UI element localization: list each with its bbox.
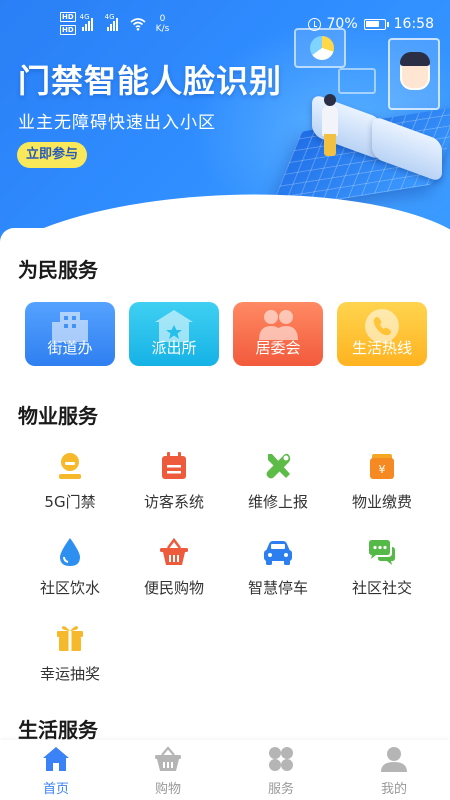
network-type-2: 4G	[104, 12, 115, 21]
grid-item-label: 物业缴费	[351, 493, 412, 511]
grid-item-label: 社区饮水	[39, 579, 100, 597]
person-body	[322, 106, 338, 136]
basket-icon	[155, 746, 181, 771]
tab-label: 购物	[154, 782, 181, 797]
main-content: 为民服务 街道办 派出所 居委会 生活热线 物业服务 5G门禁 访客系统 维修上…	[0, 228, 450, 742]
home-icon	[43, 747, 69, 771]
grid-item-label: 智慧停车	[247, 579, 308, 597]
service-card-residents-committee[interactable]: 居委会	[233, 302, 323, 366]
hero-banner[interactable]: HD HD 4G 4G 0 K/s 70% 16:58 门禁智能人脸识别 业主无…	[0, 0, 450, 245]
grid-item-repair-report[interactable]: 维修上报	[226, 450, 330, 520]
grid-item-lucky-draw[interactable]: 幸运抽奖	[18, 622, 122, 692]
svg-text:¥: ¥	[379, 463, 386, 476]
service-card-label: 生活热线	[351, 339, 412, 357]
grid-item-visitor-system[interactable]: 访客系统	[122, 450, 226, 520]
banner-title: 门禁智能人脸识别	[18, 62, 283, 100]
grid-item-label: 维修上报	[247, 493, 308, 511]
signal-icon-2: 4G	[105, 13, 118, 31]
visitor-calendar-icon	[162, 452, 186, 479]
hd-badge-2: HD	[60, 25, 76, 35]
access-control-icon	[59, 453, 81, 479]
grid-item-community-social[interactable]: 社区社交	[330, 536, 434, 606]
chat-icon	[369, 540, 395, 565]
wifi-icon	[130, 17, 146, 31]
service-card-life-hotline[interactable]: 生活热线	[337, 302, 427, 366]
person-legs	[324, 134, 336, 156]
grid-item-label: 社区社交	[351, 579, 412, 597]
service-card-label: 派出所	[151, 339, 197, 357]
tab-home[interactable]: 首页	[0, 740, 112, 800]
grid-item-label: 5G门禁	[44, 493, 96, 511]
payment-icon: ¥	[370, 454, 394, 479]
water-drop-icon	[60, 538, 80, 566]
grid-item-smart-parking[interactable]: 智慧停车	[226, 536, 330, 606]
grid-item-property-fee[interactable]: ¥ 物业缴费	[330, 450, 434, 520]
section-title-life: 生活服务	[18, 720, 98, 742]
grid-item-label: 便民购物	[143, 579, 204, 597]
hd-badge-1: HD	[60, 12, 76, 22]
service-card-label: 居委会	[255, 339, 301, 357]
section-title-property: 物业服务	[18, 406, 98, 428]
tab-label: 我的	[380, 782, 407, 797]
pie-chart-icon	[310, 36, 334, 60]
gift-icon	[57, 626, 83, 651]
person-head	[324, 94, 336, 106]
speed-unit: K/s	[155, 23, 170, 34]
grid-item-5g-access[interactable]: 5G门禁	[18, 450, 122, 520]
chart-panel	[294, 28, 346, 68]
shopping-basket-icon	[160, 537, 188, 565]
repair-tools-icon	[266, 453, 291, 479]
face-icon	[400, 52, 430, 90]
services-icon	[269, 747, 293, 771]
signal-icon-1: 4G	[80, 13, 93, 31]
tab-services[interactable]: 服务	[225, 740, 337, 800]
join-now-button[interactable]: 立即参与	[17, 142, 87, 168]
banner-subtitle: 业主无障碍快速出入小区	[18, 113, 216, 133]
hd-indicators: HD HD	[60, 12, 76, 35]
service-card-street-office[interactable]: 街道办	[25, 302, 115, 366]
grid-item-label: 访客系统	[143, 493, 204, 511]
tab-shopping[interactable]: 购物	[112, 740, 224, 800]
network-speed: 0 K/s	[156, 14, 170, 34]
network-type-1: 4G	[79, 12, 90, 21]
user-icon	[381, 747, 407, 772]
car-icon	[264, 541, 292, 565]
service-card-police-station[interactable]: 派出所	[129, 302, 219, 366]
service-card-label: 街道办	[47, 339, 93, 357]
status-left: HD HD 4G 4G 0 K/s	[60, 12, 169, 35]
grid-item-community-water[interactable]: 社区饮水	[18, 536, 122, 606]
grid-item-label: 幸运抽奖	[39, 665, 100, 683]
bottom-tab-bar: 首页 购物 服务 我的	[0, 740, 450, 800]
info-panel	[338, 68, 376, 94]
tab-mine[interactable]: 我的	[338, 740, 450, 800]
grid-item-convenience-shopping[interactable]: 便民购物	[122, 536, 226, 606]
tab-label: 首页	[42, 782, 69, 797]
face-scan-panel	[388, 38, 440, 110]
speed-value: 0	[159, 13, 166, 24]
tab-label: 服务	[267, 782, 294, 797]
section-title-public: 为民服务	[18, 260, 98, 282]
